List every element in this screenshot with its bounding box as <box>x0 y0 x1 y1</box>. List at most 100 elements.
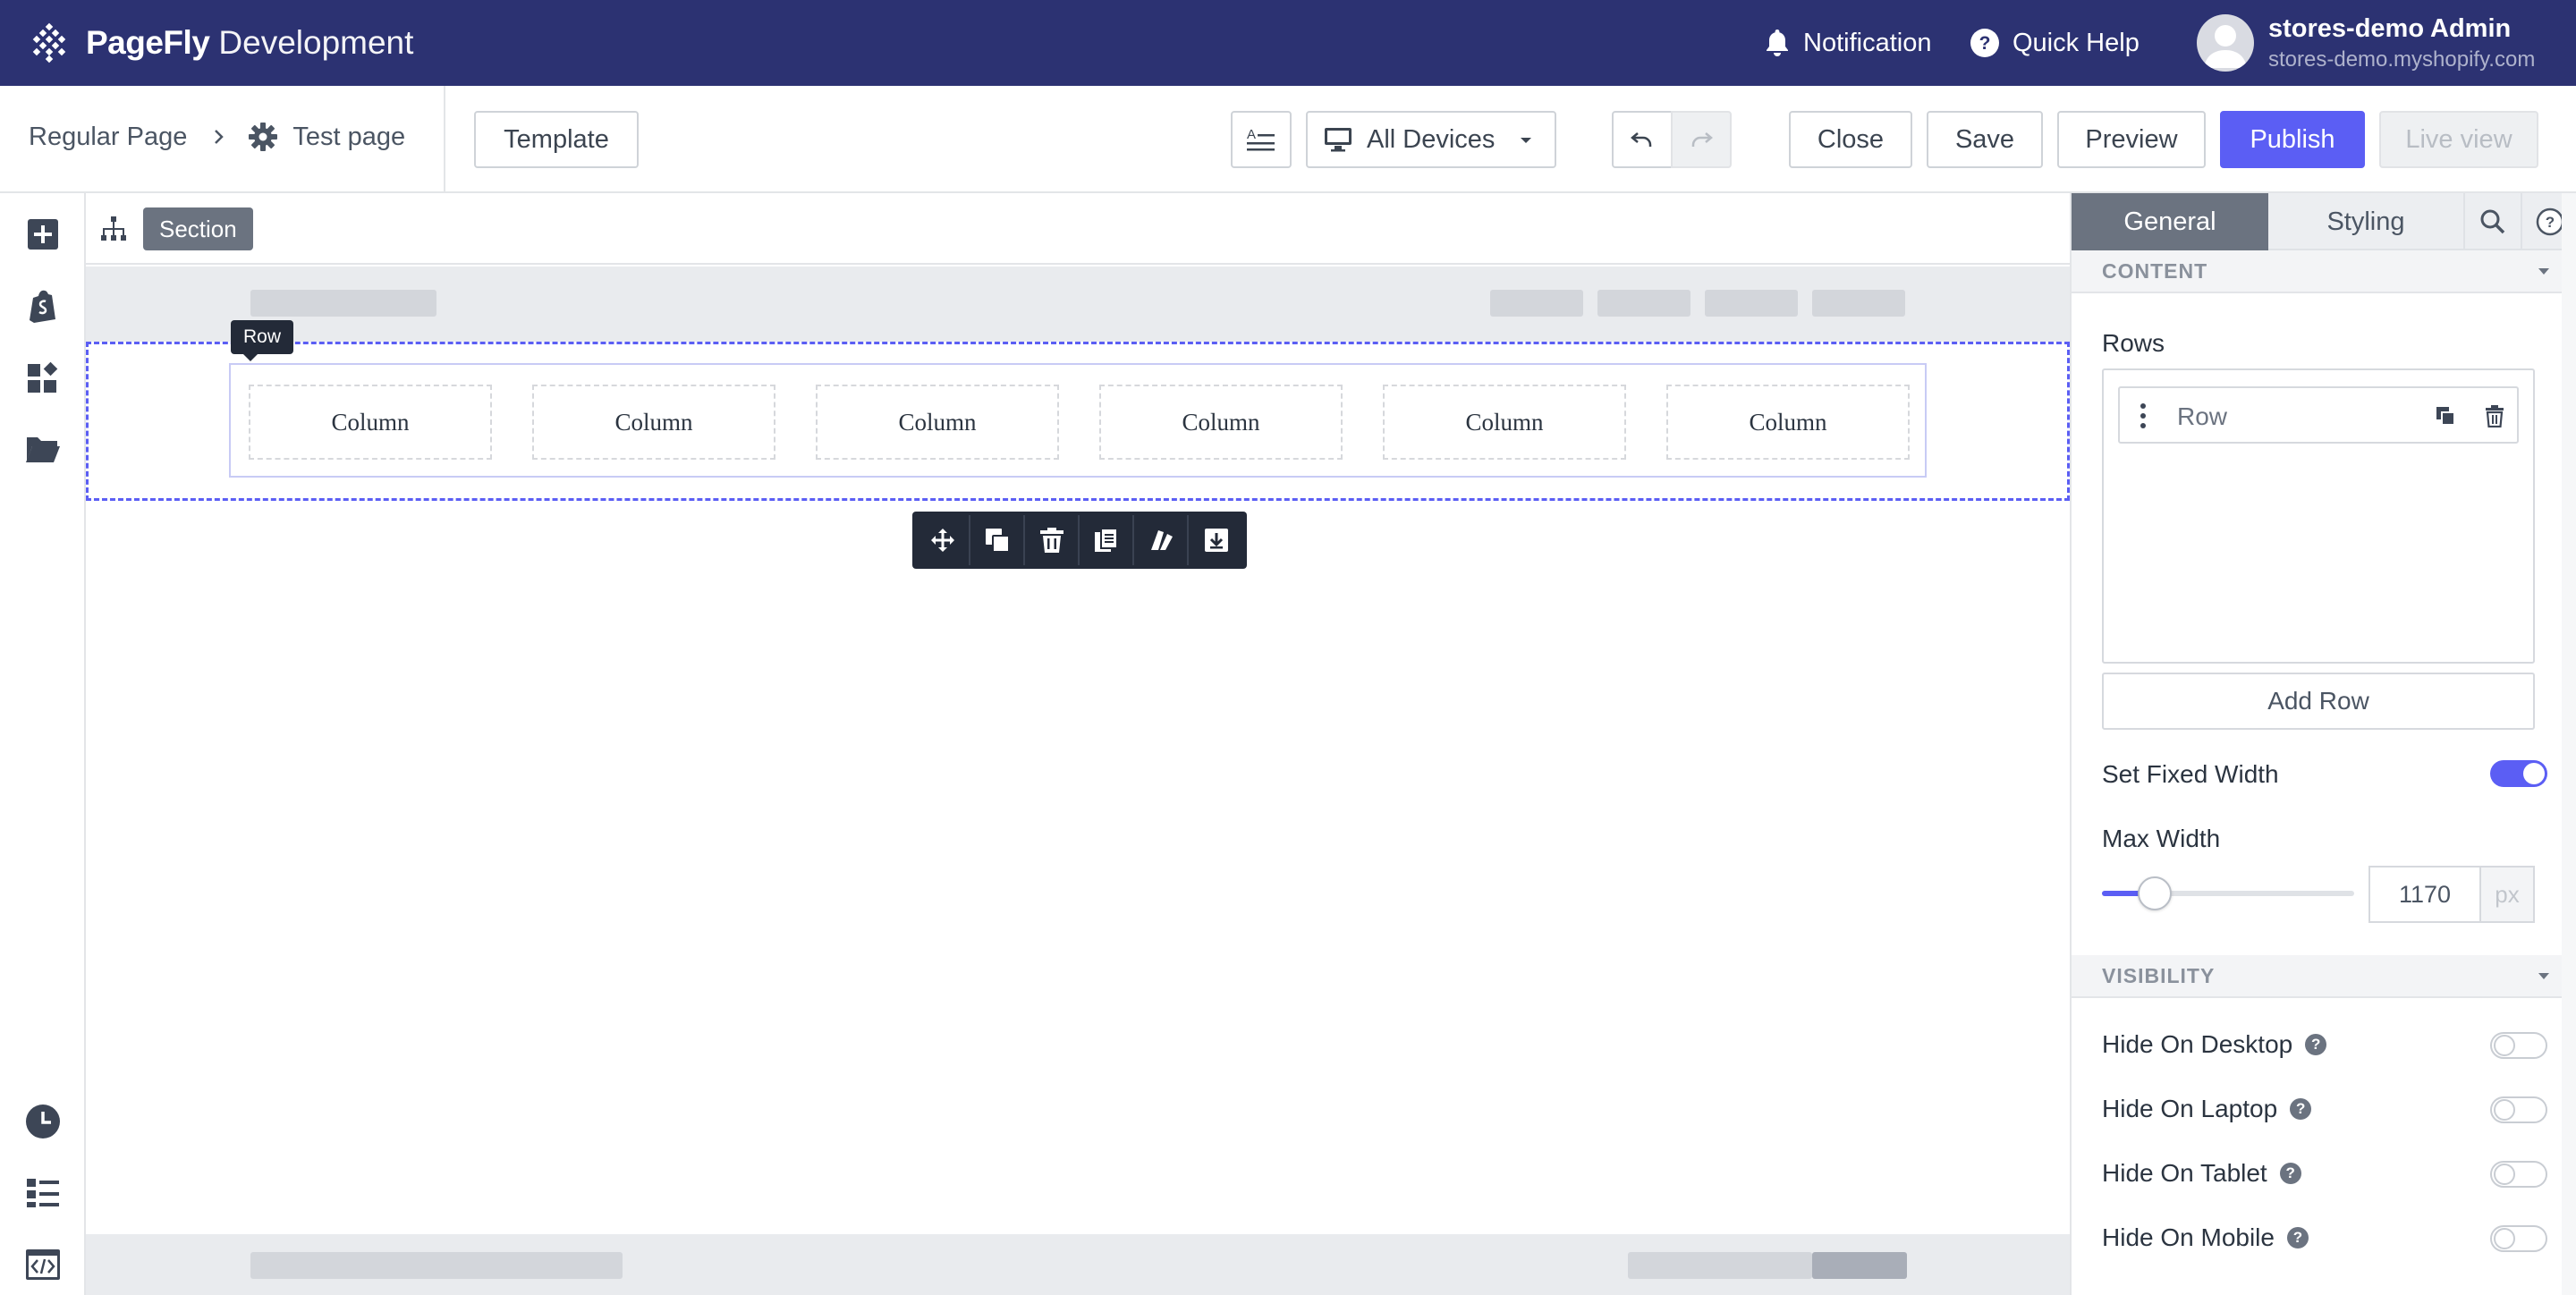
help-icon[interactable]: ? <box>2279 1163 2301 1184</box>
hide-tablet-label: Hide On Tablet ? <box>2102 1159 2301 1188</box>
question-circle-icon: ? <box>1970 29 1999 57</box>
code-editor-icon[interactable] <box>25 1247 61 1282</box>
panel-scrollbar[interactable] <box>2562 193 2576 1295</box>
layers-list-icon[interactable] <box>25 1175 61 1211</box>
column-element[interactable]: Column <box>249 385 492 460</box>
fixed-width-toggle[interactable] <box>2490 760 2547 787</box>
undo-icon <box>1631 132 1652 147</box>
svg-text:?: ? <box>2546 214 2555 231</box>
toggle-knob <box>2494 1099 2515 1121</box>
hide-tablet-toggle[interactable] <box>2490 1161 2547 1188</box>
text-layout-button[interactable]: A <box>1231 111 1292 168</box>
template-button[interactable]: Template <box>474 111 639 168</box>
row-item-label: Row <box>2177 402 2228 430</box>
duplicate-icon[interactable] <box>2435 405 2456 427</box>
undo-button[interactable] <box>1612 111 1673 168</box>
user-icon <box>2204 25 2247 68</box>
device-select[interactable]: All Devices <box>1306 111 1556 168</box>
max-width-input[interactable]: 1170 <box>2368 866 2479 923</box>
column-element[interactable]: Column <box>1383 385 1626 460</box>
user-menu[interactable]: stores-demo Admin stores-demo.myshopify.… <box>2197 11 2535 75</box>
copy-style-icon[interactable] <box>1080 515 1134 565</box>
page-tree-icon[interactable] <box>98 215 129 245</box>
add-row-button[interactable]: Add Row <box>2102 673 2535 730</box>
top-bar: PageFly Development Notification ? Quick… <box>0 0 2576 86</box>
drag-handle-icon[interactable] <box>2140 402 2147 429</box>
tab-general[interactable]: General <box>2072 193 2268 250</box>
folder-icon[interactable] <box>25 431 61 467</box>
toggle-knob <box>2494 1228 2515 1249</box>
list-item[interactable]: Row <box>2118 386 2519 444</box>
preview-button[interactable]: Preview <box>2057 111 2206 168</box>
toggle-knob <box>2494 1164 2515 1185</box>
redo-icon <box>1691 132 1713 147</box>
breadcrumb-current[interactable]: Test page <box>292 123 405 152</box>
ghost-nav-item <box>1597 290 1690 317</box>
brand[interactable]: PageFly Development <box>29 20 413 66</box>
ghost-footer-text <box>250 1252 623 1279</box>
add-element-icon[interactable] <box>25 216 61 252</box>
content-group-header[interactable]: CONTENT <box>2072 250 2565 293</box>
hide-laptop-text: Hide On Laptop <box>2102 1095 2278 1122</box>
bell-icon <box>1767 30 1788 56</box>
tab-styling[interactable]: Styling <box>2268 193 2463 250</box>
history-icon[interactable] <box>25 1104 61 1139</box>
live-view-button[interactable]: Live view <box>2379 111 2538 168</box>
save-button[interactable]: Save <box>1927 111 2043 168</box>
editor-canvas: Section Row Column Column Column Column … <box>86 193 2070 1295</box>
visibility-group-header[interactable]: VISIBILITY <box>2072 955 2565 998</box>
content-group-title: CONTENT <box>2102 258 2208 283</box>
help-icon[interactable]: ? <box>2286 1227 2309 1248</box>
slider-thumb[interactable] <box>2138 876 2173 910</box>
visibility-group-title: VISIBILITY <box>2102 963 2216 987</box>
hide-desktop-label: Hide On Desktop ? <box>2102 1030 2327 1059</box>
max-width-slider[interactable] <box>2102 876 2354 910</box>
device-select-value: All Devices <box>1367 124 1496 154</box>
shopify-icon[interactable] <box>25 288 61 324</box>
column-element[interactable]: Column <box>816 385 1059 460</box>
duplicate-icon[interactable] <box>970 515 1025 565</box>
breadcrumb: Regular Page Test page <box>29 122 405 152</box>
toggle-knob <box>2494 1035 2515 1056</box>
inspector-panel: General Styling ? CONTENT Rows Row Add R… <box>2070 193 2576 1295</box>
column-element[interactable]: Column <box>1666 385 1910 460</box>
hide-tablet-text: Hide On Tablet <box>2102 1159 2267 1187</box>
user-name: stores-demo Admin <box>2268 13 2512 43</box>
column-element[interactable]: Column <box>1099 385 1343 460</box>
close-button[interactable]: Close <box>1789 111 1912 168</box>
hide-mobile-label: Hide On Mobile ? <box>2102 1223 2309 1252</box>
avatar <box>2197 14 2254 72</box>
quick-help-label: Quick Help <box>2012 28 2140 57</box>
breadcrumb-parent[interactable]: Regular Page <box>29 123 187 152</box>
notification-label: Notification <box>1803 28 1932 57</box>
help-icon[interactable]: ? <box>2290 1098 2312 1120</box>
search-icon[interactable] <box>2463 193 2521 250</box>
hide-mobile-toggle[interactable] <box>2490 1225 2547 1252</box>
trash-icon[interactable] <box>2485 404 2504 427</box>
quick-help-link[interactable]: ? Quick Help <box>1970 25 2140 61</box>
trash-icon[interactable] <box>1025 515 1080 565</box>
hide-desktop-toggle[interactable] <box>2490 1032 2547 1059</box>
column-element[interactable]: Column <box>532 385 775 460</box>
row-tag: Row <box>231 320 294 361</box>
move-icon[interactable] <box>916 515 970 565</box>
ghost-logo <box>250 290 436 317</box>
publish-button[interactable]: Publish <box>2220 111 2365 168</box>
paint-style-icon[interactable] <box>1134 515 1189 565</box>
widgets-icon[interactable] <box>25 360 61 395</box>
redo-button[interactable] <box>1671 111 1732 168</box>
element-breadcrumb-bar: Section <box>86 193 2070 265</box>
ghost-footer-block <box>1628 1252 1812 1279</box>
brand-suffix: Development <box>218 24 414 61</box>
page-preview: Row Column Column Column Column Column C… <box>86 267 2070 1295</box>
row-element[interactable]: Column Column Column Column Column Colum… <box>229 363 1927 478</box>
left-sidebar <box>0 193 86 1295</box>
ghost-footer <box>86 1234 2070 1295</box>
hide-laptop-toggle[interactable] <box>2490 1096 2547 1123</box>
gear-icon[interactable] <box>248 122 278 152</box>
notification-link[interactable]: Notification <box>1764 25 1931 61</box>
help-icon[interactable]: ? <box>2305 1034 2327 1055</box>
save-to-library-icon[interactable] <box>1189 515 1243 565</box>
svg-text:A: A <box>1247 127 1256 142</box>
section-breadcrumb[interactable]: Section <box>143 207 253 250</box>
